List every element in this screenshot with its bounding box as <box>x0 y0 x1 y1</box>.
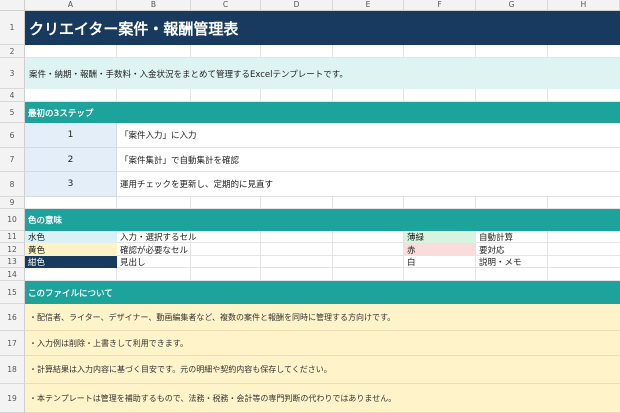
row-header-18[interactable]: 18 <box>0 356 25 384</box>
column-header-e[interactable]: E <box>333 0 404 11</box>
column-header-b[interactable]: B <box>117 0 191 11</box>
row-header-12[interactable]: 12 <box>0 243 25 256</box>
row-header-10[interactable]: 10 <box>0 209 25 231</box>
row-header-6[interactable]: 6 <box>0 123 25 148</box>
note-row-3[interactable]: ・計算結果は入力内容に基づく目安です。元の明細や契約内容も保存してください。 <box>25 356 620 384</box>
row-header-11[interactable]: 11 <box>0 231 25 243</box>
color-meaning-navy[interactable]: 見出し <box>117 256 317 268</box>
column-header-f[interactable]: F <box>404 0 476 11</box>
spreadsheet: A B C D E F G H 1 2 3 4 5 6 7 8 9 10 11 … <box>0 0 620 413</box>
column-header-h[interactable]: H <box>548 0 620 11</box>
column-header-g[interactable]: G <box>476 0 548 11</box>
sheet-description[interactable]: 案件・納期・報酬・手数料・入金状況をまとめて管理するExcelテンプレートです。 <box>25 58 620 89</box>
step-number-3[interactable]: 3 <box>25 172 117 197</box>
row-header-19[interactable]: 19 <box>0 384 25 413</box>
color-swatch-navy[interactable]: 紺色 <box>25 256 117 268</box>
step-number-2[interactable]: 2 <box>25 148 117 172</box>
color-meaning-light-green[interactable]: 自動計算 <box>476 231 576 243</box>
colors-section-header[interactable]: 色の意味 <box>25 209 620 231</box>
column-header-a[interactable]: A <box>25 0 117 11</box>
row-header-5[interactable]: 5 <box>0 102 25 123</box>
color-swatch-white[interactable]: 白 <box>404 256 476 268</box>
step-text-3[interactable]: 運用チェックを更新し、定期的に見直す <box>117 172 620 197</box>
color-meaning-red[interactable]: 要対応 <box>476 243 576 256</box>
color-meaning-white[interactable]: 説明・メモ <box>476 256 576 268</box>
file-section-header[interactable]: このファイルについて <box>25 281 620 304</box>
steps-section-header[interactable]: 最初の3ステップ <box>25 102 620 123</box>
row-header-4[interactable]: 4 <box>0 89 25 102</box>
color-meaning-yellow[interactable]: 確認が必要なセル <box>117 243 317 256</box>
column-header-d[interactable]: D <box>261 0 333 11</box>
row-header-14[interactable]: 14 <box>0 268 25 281</box>
row-header-9[interactable]: 9 <box>0 197 25 209</box>
select-all-corner[interactable] <box>0 0 25 11</box>
step-text-1[interactable]: 「案件入力」に入力 <box>117 123 620 148</box>
column-header-c[interactable]: C <box>191 0 261 11</box>
color-swatch-light-green[interactable]: 薄緑 <box>404 231 476 243</box>
row-header-1[interactable]: 1 <box>0 11 25 45</box>
color-meaning-light-blue[interactable]: 入力・選択するセル <box>117 231 317 243</box>
color-swatch-yellow[interactable]: 黄色 <box>25 243 117 256</box>
note-row-2[interactable]: ・入力例は削除・上書きして利用できます。 <box>25 331 620 356</box>
row-header-7[interactable]: 7 <box>0 148 25 172</box>
step-number-1[interactable]: 1 <box>25 123 117 148</box>
note-row-4[interactable]: ・本テンプレートは管理を補助するもので、法務・税務・会計等の専門判断の代わりでは… <box>25 384 620 413</box>
row-header-2[interactable]: 2 <box>0 45 25 58</box>
row-header-3[interactable]: 3 <box>0 58 25 89</box>
color-swatch-light-blue[interactable]: 水色 <box>25 231 117 243</box>
color-swatch-red[interactable]: 赤 <box>404 243 476 256</box>
sheet-title[interactable]: クリエイター案件・報酬管理表 <box>25 11 620 45</box>
note-row-1[interactable]: ・配信者、ライター、デザイナー、動画編集者など、複数の案件と報酬を同時に管理する… <box>25 304 620 331</box>
step-text-2[interactable]: 「案件集計」で自動集計を確認 <box>117 148 620 172</box>
row-header-13[interactable]: 13 <box>0 256 25 268</box>
row-header-16[interactable]: 16 <box>0 304 25 331</box>
row-header-15[interactable]: 15 <box>0 281 25 304</box>
row-header-17[interactable]: 17 <box>0 331 25 356</box>
row-header-8[interactable]: 8 <box>0 172 25 197</box>
